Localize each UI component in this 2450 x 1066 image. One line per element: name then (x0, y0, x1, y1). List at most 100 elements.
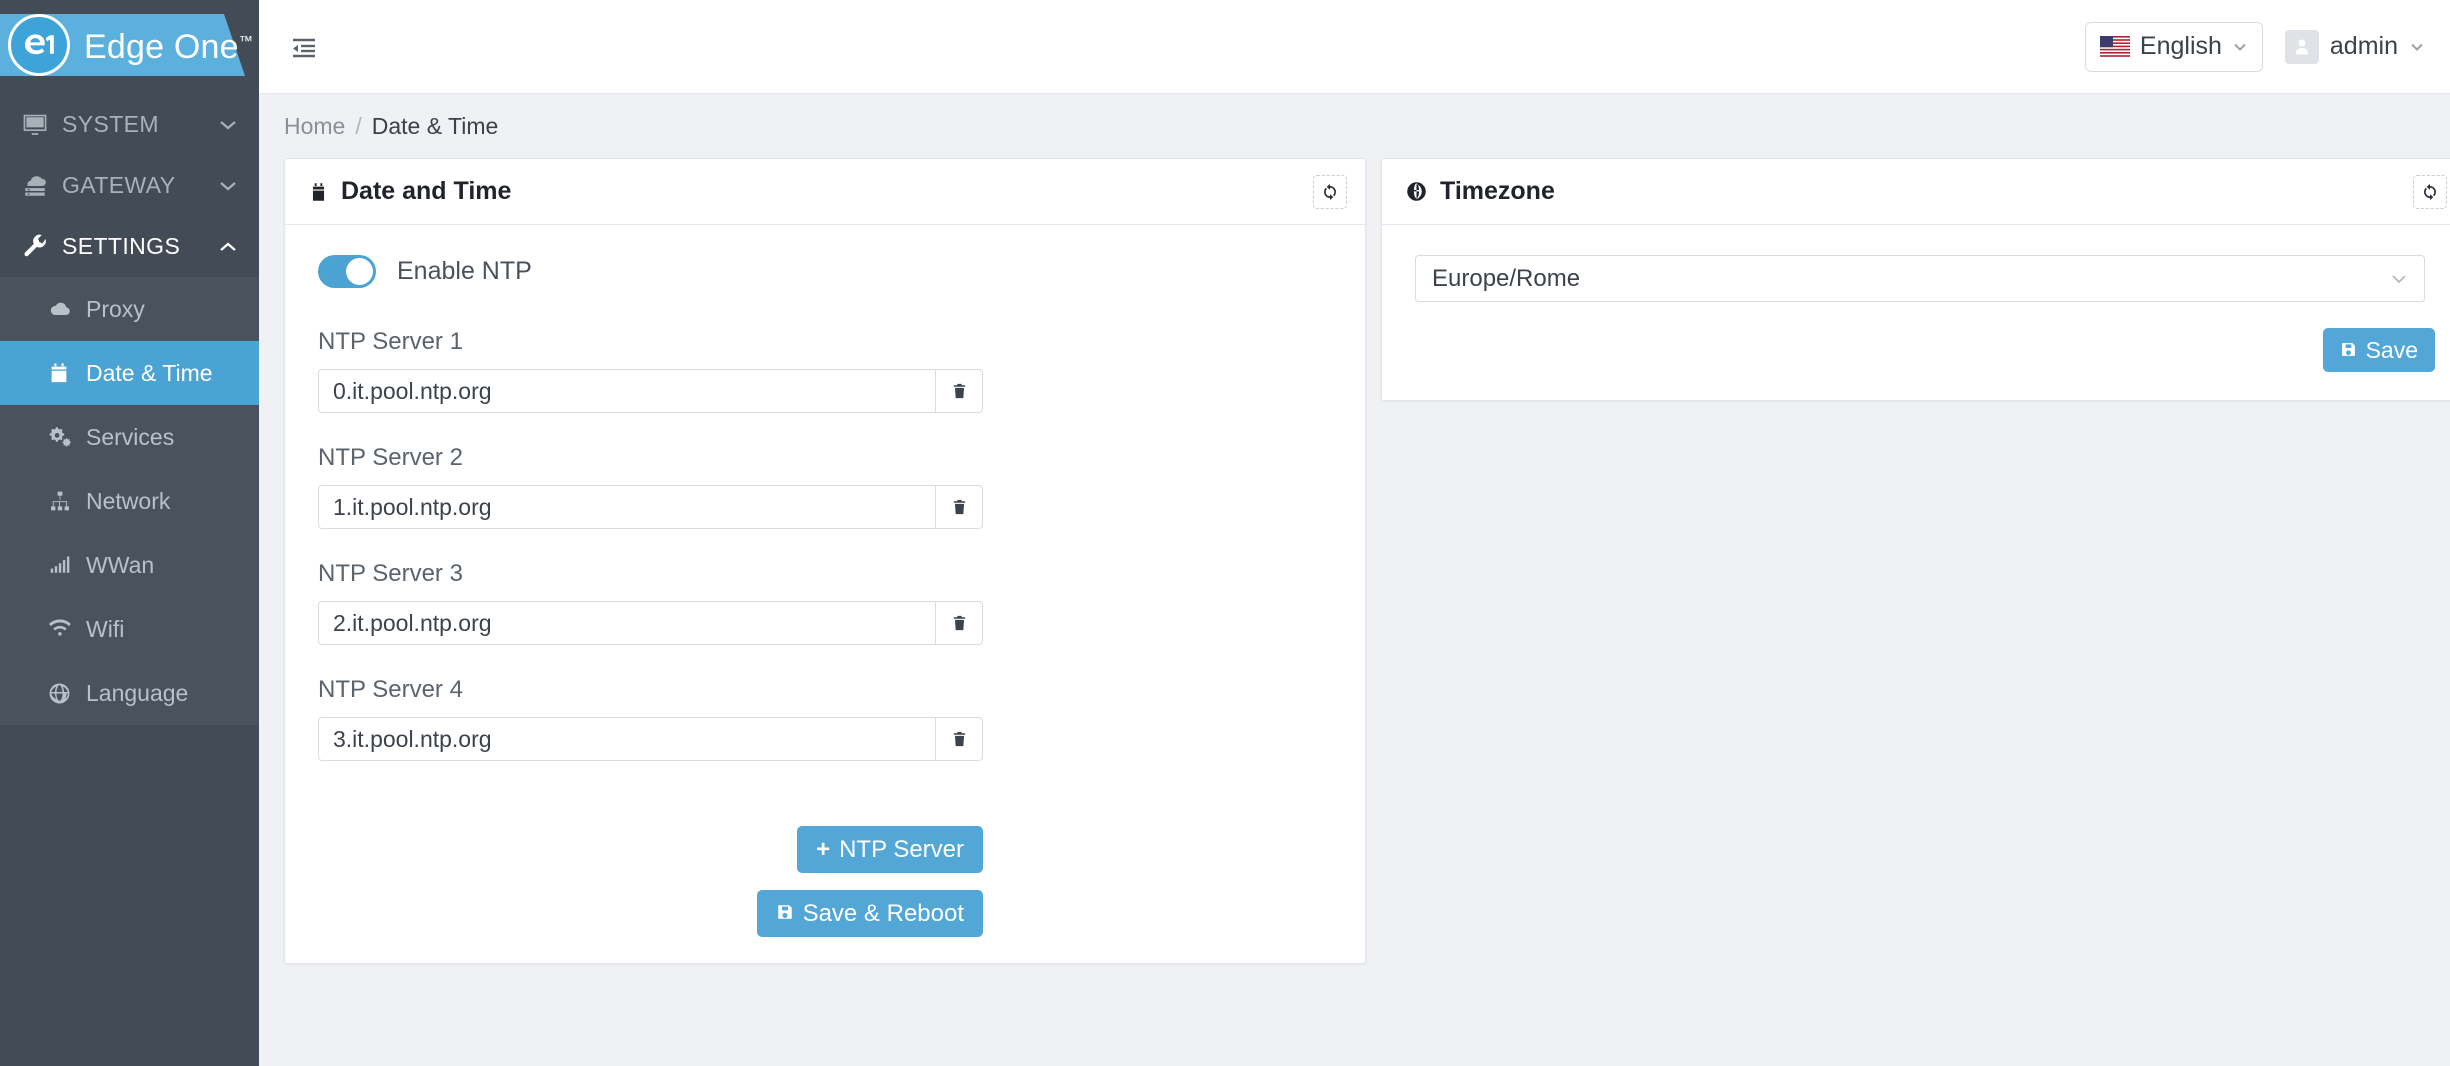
language-label: English (2139, 32, 2222, 60)
chevron-down-icon (217, 119, 237, 131)
ntp-server-2-input[interactable] (318, 485, 936, 529)
add-ntp-server-button[interactable]: + NTP Server (797, 826, 983, 873)
sidebar-item-proxy-label: Proxy (86, 295, 145, 322)
save-icon (776, 900, 794, 928)
timezone-card-body: Europe/Rome Save (1382, 225, 2450, 400)
brand-tm: ™ (238, 32, 253, 49)
main-area: English admin Home / Date & Time Date an… (259, 0, 2450, 1066)
sidebar-item-language[interactable]: Language (0, 661, 259, 725)
ntp-server-1-input[interactable] (318, 369, 936, 413)
sidebar-collapse-icon[interactable] (281, 24, 327, 70)
date-and-time-card-body: Enable NTP NTP Server 1 NTP Server 2 (285, 225, 1365, 963)
save-and-reboot-label: Save & Reboot (802, 899, 964, 927)
user-icon (2295, 39, 2308, 54)
sidebar-group-settings[interactable]: SETTINGS (0, 216, 259, 277)
e1-monogram-logo-icon (8, 14, 70, 76)
breadcrumb-separator: / (355, 112, 362, 139)
ntp-server-3-input-group (318, 601, 983, 645)
sidebar-group-system[interactable]: SYSTEM (0, 94, 259, 155)
breadcrumb-home[interactable]: Home (284, 113, 345, 140)
ntp-server-1-label: NTP Server 1 (318, 328, 463, 355)
breadcrumb-current: Date & Time (371, 112, 499, 139)
ntp-server-2-input-group (318, 485, 983, 529)
chevron-down-icon (2392, 274, 2406, 283)
breadcrumb: Home / Date & Time (259, 94, 2450, 158)
enable-ntp-label: Enable NTP (397, 257, 532, 285)
enable-ntp-toggle[interactable] (318, 255, 376, 288)
timezone-card-header: Timezone (1382, 159, 2450, 225)
timezone-select-wrapper: Europe/Rome (1415, 255, 2425, 302)
content-area: Date and Time Enable NTP NTP Server 1 0.… (259, 158, 2450, 1066)
sidebar-item-wwan[interactable]: WWan (0, 533, 259, 597)
brand-name-text: Edge One (84, 27, 239, 66)
user-menu[interactable]: admin (2284, 29, 2425, 64)
timezone-card: Timezone Europe/Rome Save (1381, 158, 2450, 401)
ntp-server-3-field: NTP Server 3 (318, 560, 1335, 645)
sidebar-item-date-time[interactable]: Date & Time (0, 341, 259, 405)
app-root: Edge One™ SYSTEM GATEWAY SETTINGS Proxy … (0, 0, 2450, 1066)
ntp-server-4-input[interactable] (318, 717, 936, 761)
top-bar: English admin (259, 0, 2450, 94)
ntp-server-1-input-group (318, 369, 983, 413)
sidebar-group-gateway-label: GATEWAY (62, 172, 176, 198)
calendar-icon (48, 362, 86, 384)
brand-name: Edge One™ (84, 28, 253, 67)
sidebar-group-system-label: SYSTEM (62, 111, 159, 137)
sidebar-submenu-settings: Proxy Date & Time Services Network WWan … (0, 277, 259, 725)
language-selector[interactable]: English (2084, 21, 2263, 72)
sidebar: Edge One™ SYSTEM GATEWAY SETTINGS Proxy … (0, 0, 259, 1066)
date-and-time-card: Date and Time Enable NTP NTP Server 1 0.… (284, 158, 1366, 964)
trash-icon[interactable] (936, 369, 983, 413)
avatar (2284, 29, 2319, 64)
sidebar-group-list: SYSTEM GATEWAY SETTINGS (0, 94, 259, 277)
sidebar-item-services[interactable]: Services (0, 405, 259, 469)
refresh-icon[interactable] (2413, 174, 2447, 209)
ntp-server-3-input[interactable] (318, 601, 936, 645)
plus-icon: + (816, 835, 831, 863)
wrench-icon (22, 234, 62, 260)
ntp-server-2-label: NTP Server 2 (318, 444, 463, 471)
chevron-up-icon (217, 241, 237, 253)
trash-icon[interactable] (936, 485, 983, 529)
sidebar-group-settings-label: SETTINGS (62, 233, 181, 259)
date-time-actions: + NTP Server Save & Reboot (318, 792, 983, 937)
cloud-icon (48, 297, 86, 321)
sidebar-item-network[interactable]: Network (0, 469, 259, 533)
ntp-server-2-field: NTP Server 2 (318, 444, 1335, 529)
user-label: admin (2329, 32, 2398, 60)
chevron-down-icon (2234, 43, 2246, 51)
sidebar-group-gateway[interactable]: GATEWAY (0, 155, 259, 216)
add-ntp-server-label: NTP Server (839, 835, 964, 863)
brand-logo[interactable]: Edge One™ (0, 0, 259, 94)
trash-icon[interactable] (936, 717, 983, 761)
timezone-select[interactable]: Europe/Rome (1415, 255, 2425, 302)
save-timezone-button[interactable]: Save (2322, 328, 2435, 372)
sidebar-item-services-label: Services (86, 423, 175, 450)
signal-bars-icon (48, 553, 86, 577)
sidebar-item-date-time-label: Date & Time (86, 359, 213, 386)
enable-ntp-row: Enable NTP (318, 255, 1335, 288)
globe-icon (1406, 181, 1427, 202)
ntp-server-3-label: NTP Server 3 (318, 560, 463, 587)
calendar-icon (309, 181, 328, 203)
server-cloud-icon (22, 173, 62, 199)
date-and-time-card-title: Date and Time (341, 177, 512, 205)
timezone-select-value: Europe/Rome (1432, 264, 1581, 292)
timezone-actions: Save (1415, 328, 2435, 372)
sidebar-item-proxy[interactable]: Proxy (0, 277, 259, 341)
trash-icon[interactable] (936, 601, 983, 645)
sidebar-item-wwan-label: WWan (86, 551, 155, 578)
wifi-icon (48, 617, 86, 641)
sidebar-item-language-label: Language (86, 679, 189, 706)
monitor-icon (22, 112, 62, 138)
sidebar-item-wwan-label-network: Network (86, 487, 171, 514)
save-icon (2340, 337, 2357, 364)
sidebar-empty-space (0, 725, 259, 1066)
date-and-time-card-header: Date and Time (285, 159, 1365, 225)
refresh-icon[interactable] (1313, 174, 1347, 209)
sidebar-item-wifi[interactable]: Wifi (0, 597, 259, 661)
timezone-card-title: Timezone (1440, 177, 1555, 205)
globe-icon (48, 682, 86, 705)
ntp-server-4-label: NTP Server 4 (318, 676, 463, 703)
save-and-reboot-button[interactable]: Save & Reboot (756, 890, 983, 937)
